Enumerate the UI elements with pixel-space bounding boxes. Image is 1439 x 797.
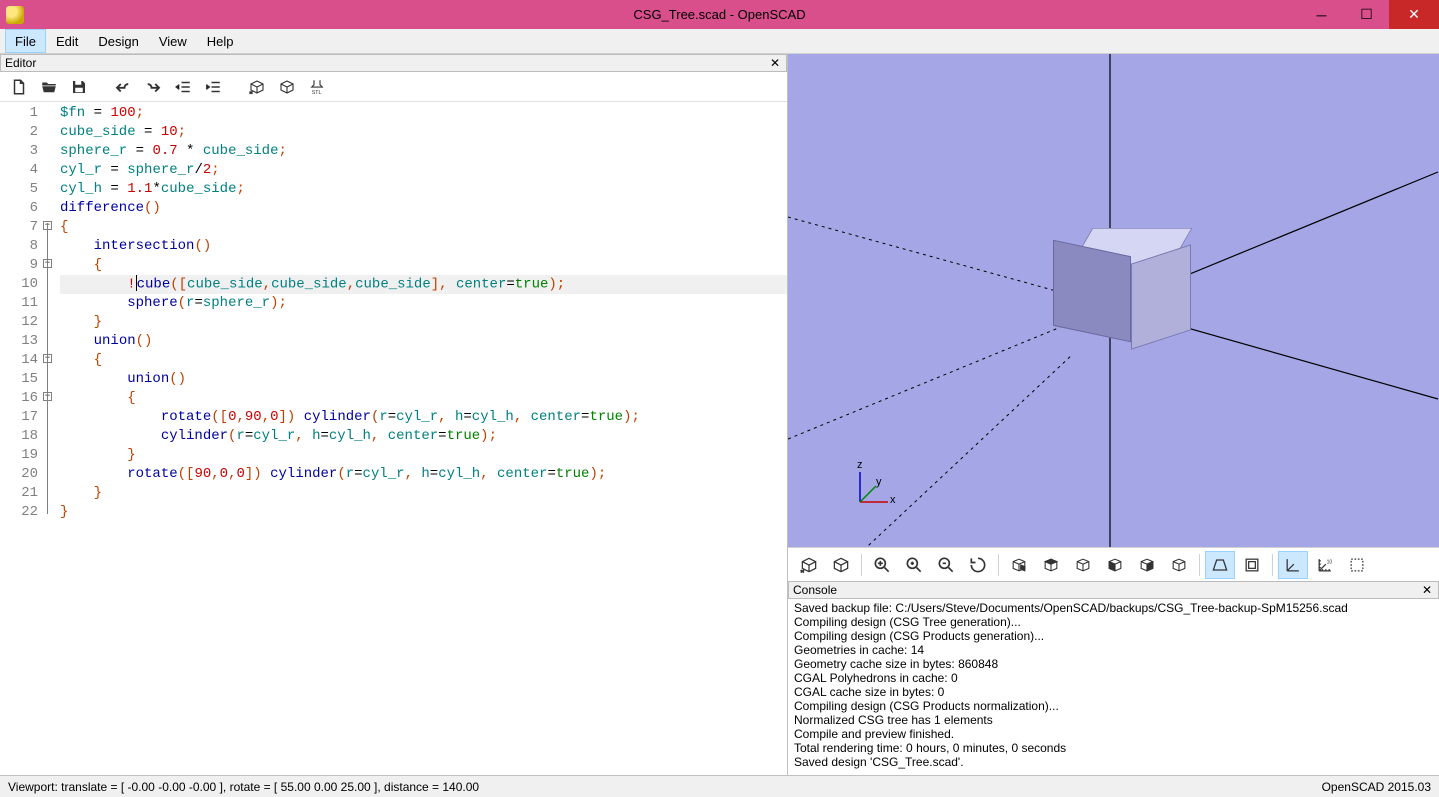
console-line: Compile and preview finished. (794, 727, 1433, 741)
code-line[interactable]: } (60, 446, 787, 465)
code-line[interactable]: rotate([90,0,0]) cylinder(r=cyl_r, h=cyl… (60, 465, 787, 484)
3d-viewport[interactable]: z y x (788, 54, 1439, 547)
console-panel-close-icon[interactable]: ✕ (1420, 583, 1434, 597)
editor-panel-header: Editor ✕ (0, 54, 787, 72)
window-title: CSG_Tree.scad - OpenSCAD (0, 7, 1439, 22)
code-line[interactable]: { (60, 389, 787, 408)
code-line[interactable]: cylinder(r=cyl_r, h=cyl_h, center=true); (60, 427, 787, 446)
code-line[interactable]: sphere_r = 0.7 * cube_side; (60, 142, 787, 161)
axis-z-label: z (857, 459, 863, 471)
code-line[interactable]: } (60, 484, 787, 503)
view-right-button[interactable] (1004, 551, 1034, 579)
console-panel-header: Console ✕ (788, 581, 1439, 599)
unindent-button[interactable] (170, 75, 196, 99)
preview-button[interactable] (244, 75, 270, 99)
console-panel-label: Console (793, 583, 837, 597)
code-line[interactable]: rotate([0,90,0]) cylinder(r=cyl_r, h=cyl… (60, 408, 787, 427)
console-pane: Console ✕ Saved backup file: C:/Users/St… (788, 581, 1439, 775)
svg-text:10: 10 (1327, 559, 1333, 565)
close-button[interactable]: ✕ (1389, 0, 1439, 29)
view-bottom-button[interactable] (1068, 551, 1098, 579)
code-line[interactable]: } (60, 503, 787, 522)
console-line: Compiling design (CSG Products normaliza… (794, 699, 1433, 713)
menubar: File Edit Design View Help (0, 29, 1439, 54)
save-file-button[interactable] (66, 75, 92, 99)
view-back-button[interactable] (1164, 551, 1194, 579)
menu-file[interactable]: File (5, 29, 46, 53)
code-editor[interactable]: 12345678910111213141516171819202122 −−−−… (0, 102, 787, 775)
new-file-button[interactable] (6, 75, 32, 99)
code-line[interactable]: union() (60, 332, 787, 351)
axis-y-label: y (876, 476, 882, 488)
status-version: OpenSCAD 2015.03 (1322, 780, 1431, 794)
redo-button[interactable] (140, 75, 166, 99)
code-line[interactable]: sphere(r=sphere_r); (60, 294, 787, 313)
code-line[interactable]: difference() (60, 199, 787, 218)
show-scale-button[interactable]: 10 (1310, 551, 1340, 579)
statusbar: Viewport: translate = [ -0.00 -0.00 -0.0… (0, 775, 1439, 797)
titlebar: CSG_Tree.scad - OpenSCAD ─ ☐ ✕ (0, 0, 1439, 29)
menu-design[interactable]: Design (88, 29, 148, 53)
console-line: Compiling design (CSG Tree generation)..… (794, 615, 1433, 629)
console-line: Compiling design (CSG Products generatio… (794, 629, 1433, 643)
status-viewport-info: Viewport: translate = [ -0.00 -0.00 -0.0… (8, 780, 479, 794)
editor-panel-label: Editor (5, 56, 36, 70)
code-line[interactable]: !cube([cube_side,cube_side,cube_side], c… (60, 275, 787, 294)
view-front-button[interactable] (1132, 551, 1162, 579)
editor-panel-close-icon[interactable]: ✕ (768, 56, 782, 70)
code-line[interactable]: { (60, 351, 787, 370)
code-line[interactable]: { (60, 256, 787, 275)
console-line: CGAL cache size in bytes: 0 (794, 685, 1433, 699)
export-stl-button[interactable]: STL (304, 75, 330, 99)
console-output[interactable]: Saved backup file: C:/Users/Steve/Docume… (788, 599, 1439, 775)
view-top-button[interactable] (1036, 551, 1066, 579)
zoom-all-button[interactable] (867, 551, 897, 579)
editor-toolbar: STL (0, 72, 787, 102)
console-line: Saved design 'CSG_Tree.scad'. (794, 755, 1433, 769)
minimize-button[interactable]: ─ (1299, 0, 1344, 29)
console-line: Normalized CSG tree has 1 elements (794, 713, 1433, 727)
perspective-button[interactable] (1205, 551, 1235, 579)
menu-view[interactable]: View (149, 29, 197, 53)
right-pane: z y x 10 (788, 54, 1439, 775)
console-line: CGAL Polyhedrons in cache: 0 (794, 671, 1433, 685)
editor-pane: Editor ✕ STL 123456789101112131415161718… (0, 54, 788, 775)
menu-help[interactable]: Help (197, 29, 244, 53)
maximize-button[interactable]: ☐ (1344, 0, 1389, 29)
code-line[interactable]: union() (60, 370, 787, 389)
console-line: Total rendering time: 0 hours, 0 minutes… (794, 741, 1433, 755)
svg-text:STL: STL (312, 89, 322, 95)
undo-button[interactable] (110, 75, 136, 99)
show-axes-button[interactable] (1278, 551, 1308, 579)
code-line[interactable]: } (60, 313, 787, 332)
code-line[interactable]: { (60, 218, 787, 237)
reset-view-button[interactable] (963, 551, 993, 579)
axis-x-label: x (890, 494, 896, 506)
view-toolbar: 10 (788, 547, 1439, 581)
zoom-out-button[interactable] (931, 551, 961, 579)
open-file-button[interactable] (36, 75, 62, 99)
console-line: Geometry cache size in bytes: 860848 (794, 657, 1433, 671)
show-crosshairs-button[interactable] (1342, 551, 1372, 579)
render-button[interactable] (274, 75, 300, 99)
preview-view-button[interactable] (794, 551, 824, 579)
code-line[interactable]: cyl_r = sphere_r/2; (60, 161, 787, 180)
code-line[interactable]: cube_side = 10; (60, 123, 787, 142)
view-left-button[interactable] (1100, 551, 1130, 579)
orthographic-button[interactable] (1237, 551, 1267, 579)
zoom-in-button[interactable] (899, 551, 929, 579)
console-line: Saved backup file: C:/Users/Steve/Docume… (794, 601, 1433, 615)
indent-button[interactable] (200, 75, 226, 99)
render-view-button[interactable] (826, 551, 856, 579)
axis-gizmo: z y x (848, 464, 898, 517)
app-icon (6, 6, 24, 24)
console-line: Geometries in cache: 14 (794, 643, 1433, 657)
menu-edit[interactable]: Edit (46, 29, 88, 53)
code-line[interactable]: intersection() (60, 237, 787, 256)
code-line[interactable]: cyl_h = 1.1*cube_side; (60, 180, 787, 199)
code-line[interactable]: $fn = 100; (60, 104, 787, 123)
